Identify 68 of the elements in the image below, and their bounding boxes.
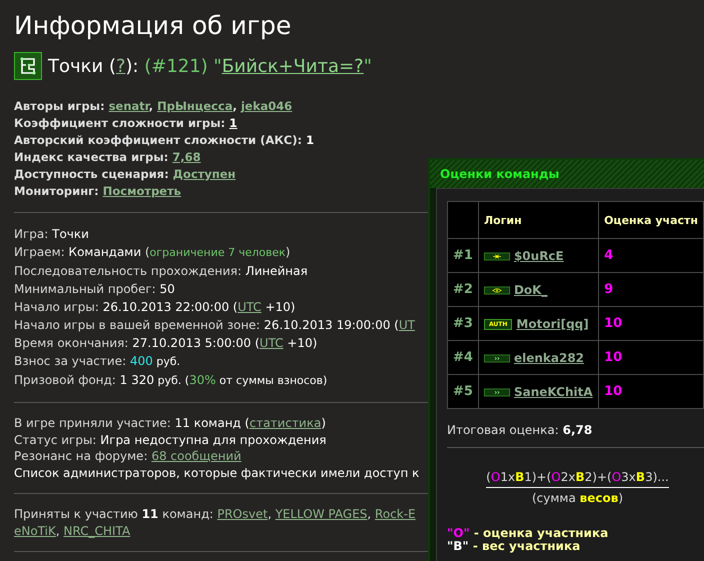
link[interactable]: senatr (108, 99, 149, 113)
rank-cell: #3 (448, 306, 478, 340)
info-line: Доступность сценария: Доступен (14, 166, 236, 183)
page-title: Информация об игре (14, 10, 292, 42)
link[interactable]: 7,68 (172, 150, 201, 164)
info-line: Время окончания: 27.10.2013 5:00:00 (UTC +10) (14, 335, 318, 352)
column-header: Логин (478, 202, 599, 238)
info-line: Индекс качества игры: 7,68 (14, 149, 201, 166)
link[interactable]: UTC (238, 300, 262, 314)
sun-badge-icon (484, 250, 510, 262)
info-line: Минимальный пробег: 50 (14, 281, 175, 298)
link[interactable]: Доступен (172, 167, 236, 181)
rank-cell: #5 (448, 374, 478, 408)
info-line: Приняты к участию 11 команд: PROsvet, YELLOW PAGES, Rock-E eNoTiK, NRC_CHITA (14, 506, 416, 539)
score-cell: 4 (598, 238, 704, 272)
user-link[interactable]: Motori[qq] (516, 316, 589, 330)
total-score: Итоговая оценка: 6,78 (447, 423, 594, 437)
link[interactable]: Rock-E (374, 507, 416, 521)
info-line: Взнос за участие: 400 руб. (14, 353, 180, 370)
score-cell: 9 (598, 272, 704, 306)
info-line: Последовательность прохождения: Линейная (14, 263, 308, 280)
info-line: Резонанс на форуме: 68 сообщений (14, 448, 242, 464)
info-line: Начало игры: 26.10.2013 22:00:00 (UTC +10) (14, 299, 296, 316)
link[interactable]: ПрЫнцесса (157, 99, 233, 113)
link[interactable]: PROsvet (217, 507, 268, 521)
chevron-badge-icon (484, 386, 510, 398)
info-line: В игре приняли участие: 11 команд (статистика) (14, 415, 326, 432)
link[interactable]: Бийск+Чита=? (222, 56, 364, 76)
rank-cell: #2 (448, 272, 478, 306)
legend-line: "О" - оценка участника (447, 527, 610, 540)
info-line: Играем: Командами (ограничение 7 человек) (14, 244, 290, 261)
link[interactable]: Посмотреть (102, 184, 182, 198)
game-heading: Точки (?): (#121) "Бийск+Чита=?" (48, 56, 372, 76)
link[interactable]: YELLOW PAGES (275, 507, 368, 521)
link[interactable]: jeka046 (240, 99, 292, 113)
score-cell: 10 (598, 306, 704, 340)
score-cell: 10 (598, 374, 704, 408)
link[interactable]: 1 (229, 116, 238, 130)
info-line: Авторский коэффициент сложности (АКС): 1 (14, 132, 314, 149)
user-link[interactable]: DoK_ (514, 282, 548, 296)
link[interactable]: ? (116, 56, 126, 76)
formula-numerator: (О1xВ1)+(О2xВ2)+(О3xВ3)... (486, 470, 669, 488)
link[interactable]: UTC (260, 336, 284, 350)
maze-icon (14, 52, 42, 80)
popup-title: Оценки команды (430, 160, 704, 188)
link[interactable]: eNoTiK (14, 524, 56, 538)
info-line: Авторы игры: senatr, ПрЫнцесса, jeka046 (14, 98, 292, 115)
user-link[interactable]: $0uRcE (514, 248, 564, 262)
rank-cell: #4 (448, 340, 478, 374)
column-header: Оценка участн (598, 202, 704, 238)
rank-cell: #1 (448, 238, 478, 272)
formula-denominator: (сумма весов) (532, 490, 624, 505)
info-line: Игра: Точки (14, 226, 89, 243)
link[interactable]: статистика (249, 416, 322, 430)
score-cell: 10 (598, 340, 704, 374)
chevron-badge-icon (484, 352, 510, 364)
info-line: Список администраторов, которые фактически имели доступ к (14, 464, 420, 481)
link[interactable]: UT (398, 318, 415, 332)
link[interactable]: NRC_CHITA (64, 524, 130, 538)
link[interactable]: 68 сообщений (151, 449, 242, 463)
info-line: Коэффициент сложности игры: 1 (14, 115, 238, 132)
eye-badge-icon (484, 284, 510, 296)
info-line: Призовой фонд: 1 320 руб. (30% от суммы взносов) (14, 372, 328, 389)
info-line: Статус игры: Игра недоступна для прохождения (14, 432, 326, 448)
info-line: Начало игры в вашей временной зоне: 26.10.2013 19:00:00 (UT (14, 317, 415, 334)
info-line: Мониторинг: Посмотреть (14, 183, 182, 200)
table-cell (448, 202, 478, 238)
legend-line: "В" - вес участника (447, 540, 580, 553)
